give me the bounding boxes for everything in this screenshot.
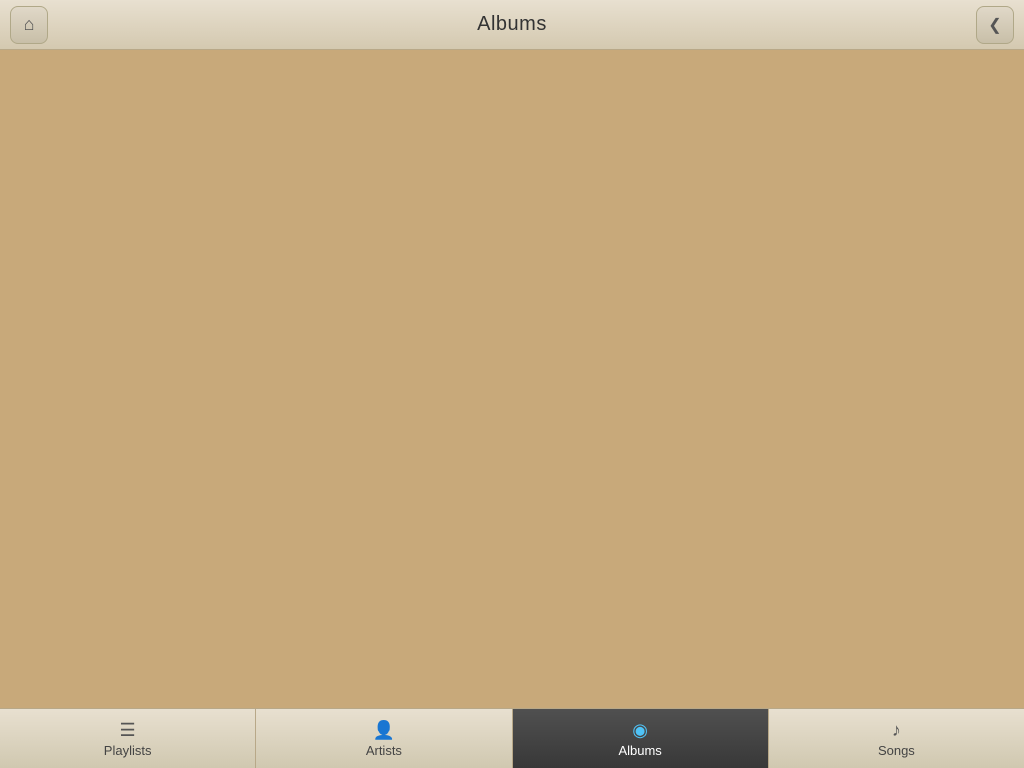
songs-icon: ♪	[892, 720, 901, 741]
artists-icon: 👤	[373, 720, 395, 741]
playlists-icon: ☰	[120, 720, 136, 741]
tab-playlists[interactable]: ☰ Playlists	[0, 709, 256, 768]
albums-icon: ◉	[632, 720, 648, 741]
tab-bar: ☰ Playlists 👤 Artists ◉ Albums ♪ Songs	[0, 708, 1024, 768]
tab-artists-label: Artists	[366, 743, 402, 758]
tab-albums[interactable]: ◉ Albums	[513, 709, 769, 768]
tab-songs[interactable]: ♪ Songs	[769, 709, 1024, 768]
home-button[interactable]: ⌂	[10, 6, 48, 44]
page-title: Albums	[477, 13, 547, 36]
albums-grid-container	[0, 50, 1024, 708]
tab-albums-label: Albums	[618, 743, 661, 758]
tab-playlists-label: Playlists	[104, 743, 152, 758]
tab-artists[interactable]: 👤 Artists	[256, 709, 512, 768]
header: ⌂ Albums ❮	[0, 0, 1024, 50]
tab-songs-label: Songs	[878, 743, 915, 758]
back-button[interactable]: ❮	[976, 6, 1014, 44]
